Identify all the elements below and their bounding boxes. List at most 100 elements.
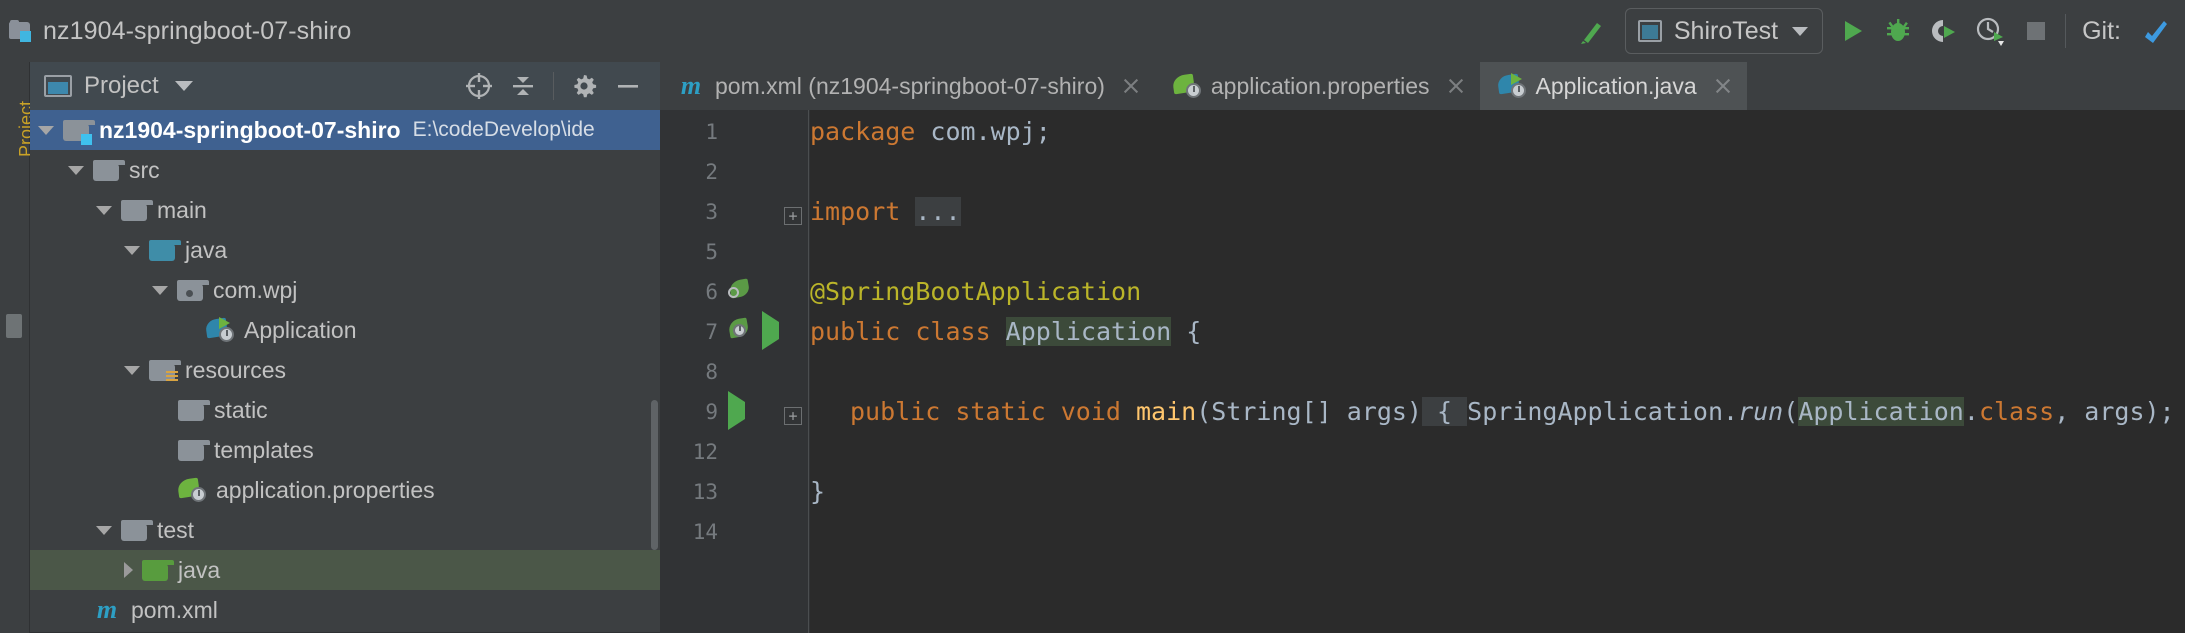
project-tree[interactable]: nz1904-springboot-07-shiro E:\codeDevelo…	[30, 110, 660, 633]
spring-boot-class-icon	[204, 317, 234, 342]
run-gutter-icon[interactable]	[728, 391, 758, 432]
spring-boot-gutter-icon[interactable]	[727, 317, 758, 348]
chevron-down-icon[interactable]	[174, 81, 193, 91]
maven-file-icon: m	[680, 71, 702, 100]
collapse-all-icon[interactable]	[501, 66, 545, 106]
tree-node-templates[interactable]: templates	[30, 430, 660, 470]
line-number: 9	[705, 400, 718, 424]
chevron-down-icon[interactable]	[124, 365, 140, 375]
close-icon[interactable]	[1121, 76, 1141, 96]
code-line-13: }	[810, 470, 2185, 513]
run-configuration-label: ShiroTest	[1673, 16, 1779, 45]
tree-node-label: main	[157, 196, 207, 223]
chevron-down-icon[interactable]	[38, 125, 54, 135]
chevron-down-icon	[1792, 26, 1809, 36]
chevron-down-icon[interactable]	[96, 205, 112, 215]
toolbar-divider	[553, 72, 554, 100]
code-token-paren: (	[1783, 397, 1799, 426]
tree-node-test-java-source-root[interactable]: java	[30, 550, 660, 590]
tab-pom-xml[interactable]: m pom.xml (nz1904-springboot-07-shiro)	[660, 62, 1155, 110]
run-configuration-selector[interactable]: ShiroTest	[1624, 8, 1824, 54]
chevron-down-icon[interactable]	[68, 165, 84, 175]
tab-application-java[interactable]: Application.java	[1479, 62, 1747, 110]
tab-application-properties[interactable]: application.properties	[1154, 62, 1480, 110]
editor-fold-strip[interactable]	[780, 110, 810, 633]
project-toolbar-actions	[457, 66, 650, 106]
left-tool-window-bar: Project	[0, 62, 36, 633]
resources-folder-icon	[149, 359, 181, 381]
code-lines[interactable]: package com.wpj; import ... @SpringBootA…	[810, 110, 2185, 633]
tree-node-path: E:\codeDevelop\ide	[412, 118, 595, 141]
tree-node-label: java	[185, 236, 228, 263]
code-editor[interactable]: 1 2 3 5 6 7 8 9 12 13 14 + + package com…	[660, 110, 2185, 633]
chevron-down-icon[interactable]	[124, 245, 140, 255]
spring-properties-icon	[176, 477, 206, 502]
tool-window-stripe-chip[interactable]	[6, 314, 22, 338]
tree-node-label: static	[214, 396, 268, 423]
code-token-class-name: Application	[1798, 397, 1964, 426]
profiler-icon[interactable]	[1967, 8, 2013, 54]
tree-node-src[interactable]: src	[30, 150, 660, 190]
code-token-keyword: public static void	[850, 397, 1136, 426]
tree-node-main[interactable]: main	[30, 190, 660, 230]
collapsed-imports-placeholder[interactable]: ...	[915, 197, 961, 226]
run-gutter-icon[interactable]	[762, 311, 792, 352]
debug-bug-icon[interactable]	[1875, 8, 1921, 54]
code-line-7: public class Application {	[810, 310, 2185, 353]
intellij-idea-window: nz1904-springboot-07-shiro ShiroTest Git…	[0, 0, 2185, 633]
line-number: 5	[705, 240, 718, 264]
settings-gear-icon[interactable]	[562, 66, 606, 106]
tree-node-application-class[interactable]: Application	[30, 310, 660, 350]
fold-expand-icon[interactable]: +	[784, 207, 802, 225]
tree-node-label: Application	[244, 316, 357, 343]
chevron-down-icon[interactable]	[152, 285, 168, 295]
code-line-1: package com.wpj;	[810, 110, 2185, 153]
tree-node-test[interactable]: test	[30, 510, 660, 550]
tab-label: application.properties	[1210, 72, 1430, 99]
hide-minimize-icon[interactable]	[606, 66, 650, 106]
project-window-icon	[44, 75, 72, 97]
tree-node-pom-xml[interactable]: m pom.xml	[30, 590, 660, 630]
tree-node-static[interactable]: static	[30, 390, 660, 430]
chevron-down-icon[interactable]	[96, 525, 112, 535]
folder-icon	[93, 159, 125, 181]
project-tree-scrollbar[interactable]	[651, 400, 658, 550]
title-bar: nz1904-springboot-07-shiro ShiroTest Git…	[0, 0, 2185, 62]
code-token-keyword: package	[810, 117, 916, 146]
update-project-icon[interactable]	[2133, 8, 2179, 54]
line-number: 3	[705, 200, 718, 224]
tree-node-label: java	[178, 556, 221, 583]
code-token-method-name: main	[1135, 397, 1197, 426]
close-icon[interactable]	[1446, 76, 1466, 96]
tree-node-resources[interactable]: resources	[30, 350, 660, 390]
line-number: 8	[705, 360, 718, 384]
spring-bean-gutter-icon[interactable]	[728, 278, 758, 308]
close-icon[interactable]	[1713, 76, 1733, 96]
build-hammer-icon[interactable]	[1569, 8, 1615, 54]
run-configuration-icon	[1637, 20, 1662, 42]
code-token-annotation: @SpringBootApplication	[810, 277, 1142, 306]
project-tool-window: Project nz1904-springboot-07-shiro E:\co…	[30, 62, 660, 633]
git-label: Git:	[2082, 16, 2121, 45]
tab-label: Application.java	[1535, 72, 1697, 99]
tree-node-application-properties[interactable]: application.properties	[30, 470, 660, 510]
code-line-3: import ...	[810, 190, 2185, 233]
source-root-folder-icon	[149, 239, 181, 261]
code-token-args: , args);	[2054, 397, 2185, 426]
tree-node-label: templates	[214, 436, 314, 463]
spring-properties-icon	[1171, 73, 1201, 98]
code-token-dot: .	[1963, 397, 1979, 426]
project-panel-title: Project	[84, 72, 159, 99]
run-icon[interactable]	[1829, 8, 1875, 54]
code-token-keyword: public class	[810, 317, 1006, 346]
chevron-right-icon[interactable]	[124, 562, 133, 578]
line-number: 14	[692, 520, 718, 544]
tree-node-project-root[interactable]: nz1904-springboot-07-shiro E:\codeDevelo…	[30, 110, 660, 150]
stop-icon[interactable]	[2013, 8, 2059, 54]
folded-body-open[interactable]: {	[1421, 397, 1468, 426]
scroll-from-source-icon[interactable]	[457, 66, 501, 106]
fold-expand-icon[interactable]: +	[784, 407, 802, 425]
tree-node-package-com-wpj[interactable]: com.wpj	[30, 270, 660, 310]
run-with-coverage-icon[interactable]	[1921, 8, 1967, 54]
tree-node-java-source-root[interactable]: java	[30, 230, 660, 270]
